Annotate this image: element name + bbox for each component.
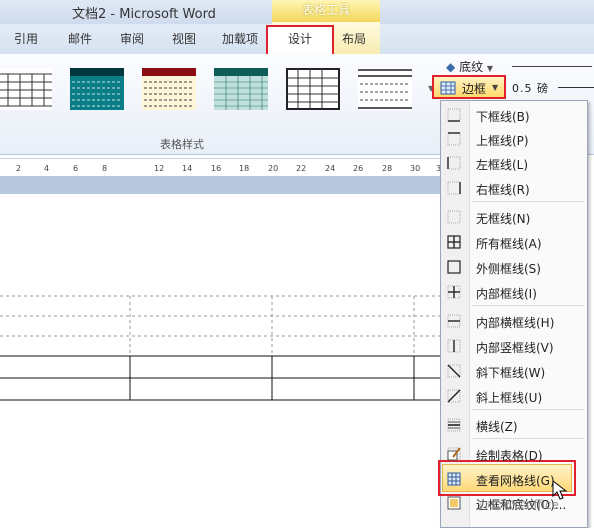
table-style-thumb-6[interactable] bbox=[358, 68, 412, 110]
horizontal-line-icon bbox=[447, 418, 461, 432]
ruler-tick-label: 24 bbox=[325, 164, 336, 173]
ruler-tick-label: 2 bbox=[16, 164, 22, 173]
inside-horizontal-border-icon bbox=[447, 314, 461, 328]
table-style-thumb-1[interactable] bbox=[0, 68, 52, 110]
menu-item-label: 下框线(B) bbox=[476, 110, 530, 124]
right-border-icon bbox=[447, 181, 461, 195]
paint-bucket-icon: ◆ bbox=[446, 60, 456, 74]
menu-item-label: 左框线(L) bbox=[476, 158, 529, 172]
menu-item-inside-borders[interactable]: 内部框线(I) bbox=[441, 281, 587, 305]
ruler-tick-label: 8 bbox=[102, 164, 108, 173]
menu-item-all-borders[interactable]: 所有框线(A) bbox=[441, 231, 587, 255]
line-weight-preview bbox=[558, 87, 594, 88]
ruler-tick-label: 12 bbox=[154, 164, 165, 173]
tab-layout[interactable]: 布局 bbox=[342, 30, 366, 47]
menu-separator bbox=[472, 305, 584, 306]
ruler-tick-label: 4 bbox=[44, 164, 50, 173]
document-background bbox=[0, 176, 440, 194]
top-border-icon bbox=[447, 132, 461, 146]
menu-item-inside-horizontal-border[interactable]: 内部横框线(H) bbox=[441, 310, 587, 334]
menu-separator bbox=[472, 438, 584, 439]
menu-item-label: 上框线(P) bbox=[476, 134, 529, 148]
ruler-tick-label: 26 bbox=[353, 164, 364, 173]
menu-item-label: 所有框线(A) bbox=[476, 237, 542, 251]
menu-item-no-border[interactable]: 无框线(N) bbox=[441, 206, 587, 230]
inside-borders-icon bbox=[447, 285, 461, 299]
diagonal-down-border-icon bbox=[447, 364, 461, 378]
menu-item-label: 内部竖框线(V) bbox=[476, 341, 554, 355]
ruler-tick-label: 16 bbox=[211, 164, 222, 173]
menu-item-label: 外侧框线(S) bbox=[476, 262, 541, 276]
menu-item-left-border[interactable]: 左框线(L) bbox=[441, 152, 587, 176]
menu-item-diagonal-up-border[interactable]: 斜上框线(U) bbox=[441, 385, 587, 409]
menu-item-label: 斜上框线(U) bbox=[476, 391, 543, 405]
ruler-tick-label: 28 bbox=[382, 164, 393, 173]
window-title: 文档2 - Microsoft Word bbox=[72, 7, 216, 22]
shading-label: 底纹 bbox=[459, 60, 484, 74]
tab-addins[interactable]: 加载项 bbox=[222, 30, 258, 47]
borders-label: 边框 bbox=[462, 82, 487, 96]
ruler-tick-label: 20 bbox=[268, 164, 279, 173]
tab-design[interactable]: 设计 bbox=[288, 30, 312, 47]
ruler-tick-label: 30 bbox=[410, 164, 421, 173]
menu-separator bbox=[472, 409, 584, 410]
ruler-tick-label: 22 bbox=[296, 164, 307, 173]
menu-item-draw-table[interactable]: 绘制表格(D) bbox=[441, 443, 587, 467]
left-border-icon bbox=[447, 156, 461, 170]
menu-item-label: 右框线(R) bbox=[476, 183, 530, 197]
table-styles-group-label: 表格样式 bbox=[160, 138, 204, 151]
line-weight-select[interactable]: 0.5 磅 bbox=[512, 80, 549, 96]
table-tools-header: 表格工具 bbox=[272, 0, 380, 22]
no-border-icon bbox=[447, 210, 461, 224]
ruler-tick-label: 18 bbox=[239, 164, 250, 173]
menu-item-outside-borders[interactable]: 外侧框线(S) bbox=[441, 256, 587, 280]
menu-item-label: 无框线(N) bbox=[476, 212, 531, 226]
menu-item-label: 内部横框线(H) bbox=[476, 316, 555, 330]
borders-icon bbox=[440, 81, 456, 95]
watermark-text: 办公软件office bbox=[478, 498, 559, 512]
chevron-down-icon: ▼ bbox=[486, 64, 494, 73]
menu-item-label: 斜下框线(W) bbox=[476, 366, 546, 380]
menu-item-diagonal-down-border[interactable]: 斜下框线(W) bbox=[441, 360, 587, 384]
inside-vertical-border-icon bbox=[447, 339, 461, 353]
document-table[interactable] bbox=[0, 290, 440, 410]
bottom-border-icon bbox=[447, 108, 461, 122]
tab-references[interactable]: 引用 bbox=[14, 30, 38, 47]
shading-button[interactable]: ◆ 底纹 ▼ bbox=[446, 58, 493, 75]
menu-item-horizontal-line[interactable]: 横线(Z) bbox=[441, 414, 587, 438]
mouse-cursor-icon bbox=[552, 480, 568, 500]
draw-table-icon bbox=[447, 447, 461, 461]
borders-dropdown-icon[interactable]: ▼ bbox=[492, 80, 502, 96]
tab-mailings[interactable]: 邮件 bbox=[68, 30, 92, 47]
outside-borders-icon bbox=[447, 260, 461, 274]
tab-review[interactable]: 审阅 bbox=[120, 30, 144, 47]
table-style-thumb-5[interactable] bbox=[286, 68, 340, 110]
borders-shading-icon bbox=[447, 496, 461, 510]
tab-view[interactable]: 视图 bbox=[172, 30, 196, 47]
menu-item-inside-vertical-border[interactable]: 内部竖框线(V) bbox=[441, 335, 587, 359]
ruler-tick-label: 6 bbox=[73, 164, 79, 173]
table-style-thumb-3[interactable] bbox=[142, 68, 196, 110]
line-style-preview[interactable] bbox=[512, 66, 592, 67]
menu-item-label: 查看网格线(G) bbox=[476, 474, 555, 488]
table-style-thumb-2[interactable] bbox=[70, 68, 124, 110]
menu-item-top-border[interactable]: 上框线(P) bbox=[441, 128, 587, 152]
menu-separator bbox=[472, 201, 584, 202]
view-gridlines-icon bbox=[447, 472, 461, 486]
menu-item-right-border[interactable]: 右框线(R) bbox=[441, 177, 587, 201]
menu-item-label: 横线(Z) bbox=[476, 420, 518, 434]
menu-item-label: 绘制表格(D) bbox=[476, 449, 543, 463]
menu-item-label: 内部框线(I) bbox=[476, 287, 537, 301]
diagonal-up-border-icon bbox=[447, 389, 461, 403]
all-borders-icon bbox=[447, 235, 461, 249]
table-style-thumb-4[interactable] bbox=[214, 68, 268, 110]
menu-item-bottom-border[interactable]: 下框线(B) bbox=[441, 104, 587, 128]
ruler-tick-label: 14 bbox=[182, 164, 193, 173]
